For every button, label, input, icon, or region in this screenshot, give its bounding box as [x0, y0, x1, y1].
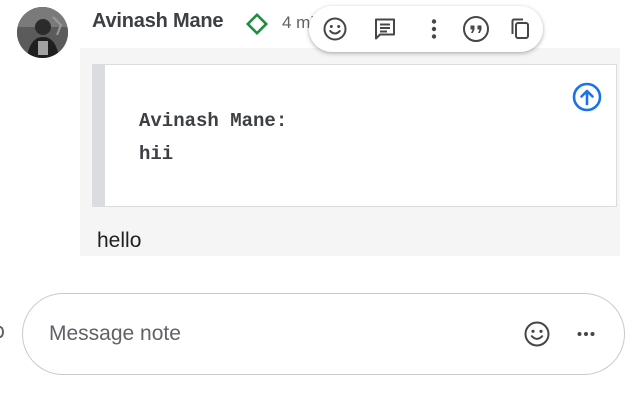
- emoji-icon: [524, 321, 550, 347]
- reply-in-thread-button[interactable]: [370, 14, 400, 44]
- quoted-message: Avinash Mane: hii: [92, 64, 617, 207]
- avatar[interactable]: [17, 7, 68, 58]
- more-vert-icon: [431, 19, 437, 39]
- more-actions-button[interactable]: [569, 317, 603, 351]
- quoted-author: Avinash Mane:: [139, 110, 288, 132]
- avatar-photo: [17, 7, 68, 58]
- add-reaction-button[interactable]: [320, 14, 350, 44]
- copy-icon: [511, 18, 529, 39]
- message-actions-toolbar: [309, 6, 543, 52]
- arrow-up-circle-icon: [572, 82, 602, 112]
- emoji-icon: [323, 17, 347, 41]
- more-options-button[interactable]: [419, 14, 449, 44]
- quote-bar: [93, 65, 105, 206]
- quoted-text: hii: [139, 143, 174, 165]
- quote-icon: [463, 16, 489, 42]
- message-input[interactable]: [49, 316, 489, 352]
- insert-emoji-button[interactable]: [520, 317, 554, 351]
- message-text: hello: [97, 229, 142, 252]
- chat-view: Avinash Mane 4 min Avinash Mane: hii hel…: [0, 0, 640, 400]
- author-name[interactable]: Avinash Mane: [92, 10, 224, 33]
- jump-to-quoted-button[interactable]: [571, 81, 603, 113]
- more-horiz-icon: [577, 332, 595, 336]
- quote-reply-button[interactable]: [461, 14, 491, 44]
- copy-button[interactable]: [505, 14, 535, 44]
- reply-thread-icon: [375, 18, 395, 40]
- partial-icon: [0, 326, 4, 338]
- diamond-badge-icon: [245, 12, 269, 36]
- message-composer: [22, 293, 625, 375]
